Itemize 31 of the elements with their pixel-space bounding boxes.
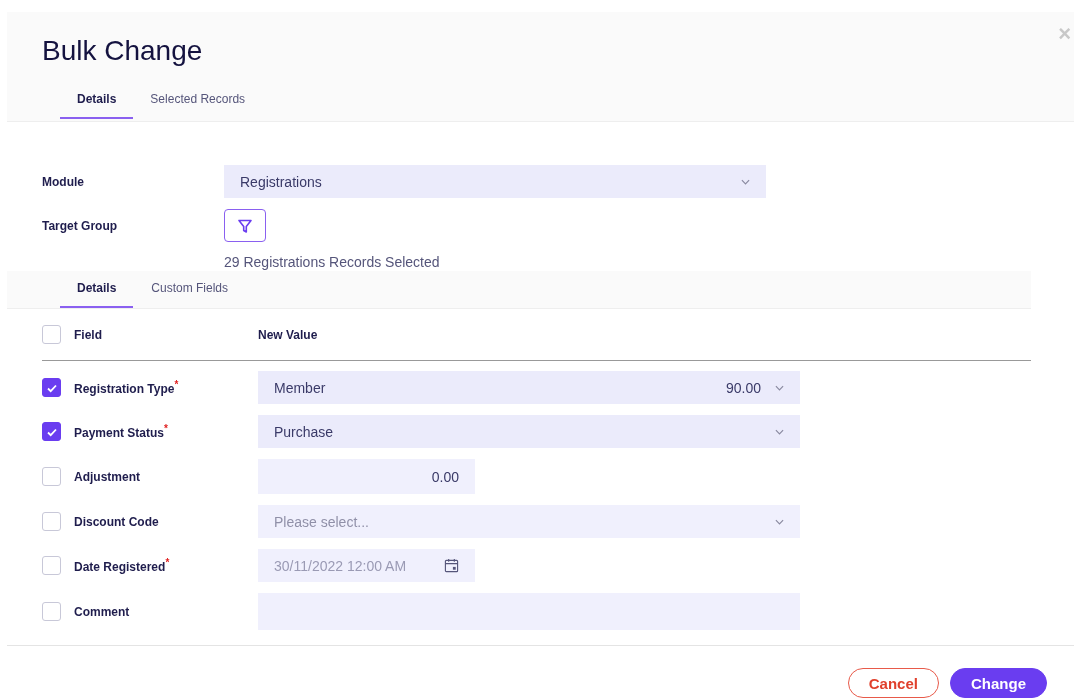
selection-summary: 29 Registrations Records Selected	[224, 254, 441, 270]
checkbox[interactable]	[42, 422, 61, 441]
field-label: Comment	[74, 604, 131, 619]
module-select[interactable]: Registrations	[224, 165, 766, 198]
field-label: Target Group	[42, 218, 119, 233]
tab[interactable]: Selected Records	[133, 82, 263, 119]
filter-button[interactable]	[224, 209, 266, 242]
calendar-icon	[444, 558, 459, 573]
cancel-button[interactable]: Cancel	[847, 668, 939, 698]
column-header: Field	[74, 327, 103, 342]
chevron-icon	[741, 178, 750, 185]
tab[interactable]: Details	[60, 271, 134, 308]
checkbox[interactable]	[42, 378, 61, 397]
field-label: Date Registered$^{*}$	[74, 557, 171, 574]
field-label: Discount Code	[74, 514, 160, 529]
number-field[interactable]: 0.00	[258, 459, 475, 494]
chevron-icon	[775, 384, 784, 391]
dialog-title: Bulk Change	[42, 36, 204, 66]
field-label: Module	[42, 174, 85, 189]
chevron-icon	[775, 518, 784, 525]
tab[interactable]: Custom Fields	[134, 271, 246, 308]
column-header: New Value	[258, 327, 318, 342]
select-field[interactable]: Purchase	[258, 415, 800, 448]
tab[interactable]: Details	[60, 82, 134, 119]
filter-icon	[237, 217, 253, 234]
select-field[interactable]: Member 90.00	[258, 371, 800, 404]
change-button[interactable]: Change	[950, 668, 1047, 698]
field-label: Payment Status$^{*}$	[74, 423, 169, 440]
field-label: Registration Type$^{*}$	[74, 379, 180, 396]
field-label: Adjustment	[74, 469, 141, 484]
chevron-icon	[775, 428, 784, 435]
